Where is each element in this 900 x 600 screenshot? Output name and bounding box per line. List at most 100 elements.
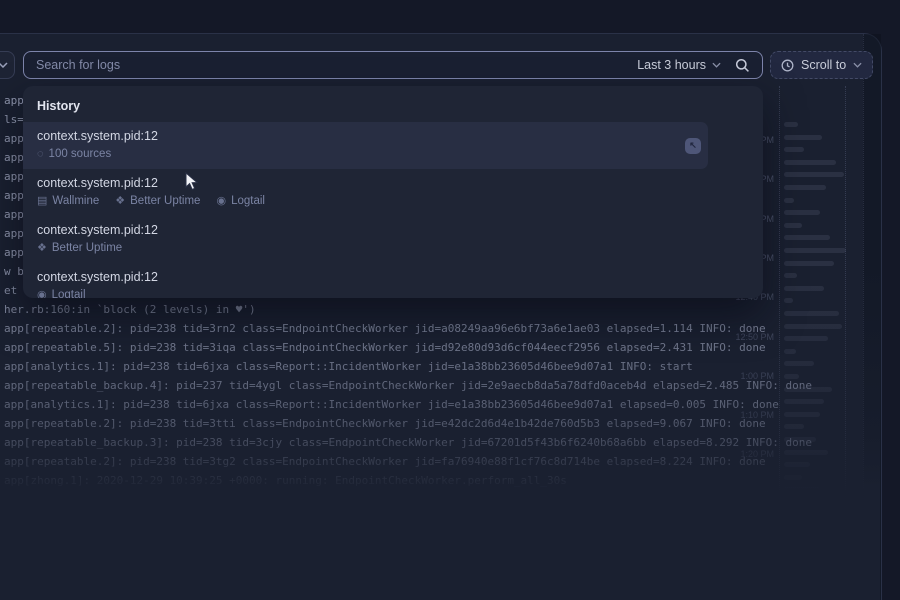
log-line[interactable]: app[zhong.1]: 2020-12-29 10:39:25 +0000:… [4,471,764,490]
source-chip: ◉Logtail [216,195,265,207]
log-line[interactable]: app[repeatable_backup.4]: pid=237 tid=4y… [4,376,764,395]
mouse-cursor [185,172,199,191]
minimap-bar [784,261,834,266]
scroll-to-button[interactable]: Scroll to [770,51,873,79]
minimap-bar [784,387,832,392]
history-item[interactable]: context.system.pid:12 ▤ Wallmine ❖Better Up… [23,169,763,216]
minimap-bar [784,500,812,505]
time-label: 1:00 PM [740,371,774,381]
log-line[interactable]: app[analytics.1]: pid=238 tid=6jxa class… [4,357,764,376]
log-line[interactable]: app[repeatable.2]: pid=238 tid=3tru clas… [4,490,764,509]
chevron-down-icon [712,62,721,68]
time-label: 12:50 PM [735,332,774,342]
log-line[interactable]: app[repeatable_backup.3]: pid=238 tid=3b… [4,509,764,528]
chevron-down-icon [0,62,8,68]
minimap-bar [784,437,816,442]
minimap-bar [784,135,822,140]
minimap-bar [784,273,797,278]
log-line[interactable]: her.rb:160:in `block (2 levels) in ♥') [4,300,764,319]
source-label: Wallmine [52,195,99,207]
minimap-bar [784,361,814,366]
source-chip: ◉Logtail [37,289,86,298]
history-item-list: context.system.pid:12◌100 sources↖contex… [23,122,763,298]
column-separator [845,86,846,594]
wallmine-icon: ▤ [37,196,47,207]
minimap-bar [784,198,794,203]
time-label: 1:10 PM [740,410,774,420]
column-separator [779,86,780,594]
minimap-bar [784,399,824,404]
log-line[interactable]: app[repeatable.2]: pid=238 tid=3tg2 clas… [4,452,764,471]
time-range-value: Last 3 hours [637,58,706,72]
history-title: History [37,99,763,113]
minimap-bar [784,223,802,228]
time-label: 1:20 PM [740,449,774,459]
sources-count-icon: ◌ [37,149,44,160]
log-line[interactable]: app[repeatable.5]: pid=238 tid=3iqa clas… [4,338,764,357]
search-bar[interactable]: Search for logs Last 3 hours [23,51,763,79]
minimap-bar [784,122,798,127]
history-item[interactable]: context.system.pid:12 ❖ Better Uptime [23,216,763,263]
toolbar: Search for logs Last 3 hours [0,51,881,79]
insert-query-button[interactable]: ↖ [685,138,701,154]
source-chip: ◌ 100 sources [37,148,111,160]
minimap-bar [784,475,802,480]
log-line[interactable]: app[repeatable.2]: pid=238 tid=3tti clas… [4,414,764,433]
history-sources: ◉Logtail [37,289,749,298]
minimap-bar [784,311,839,316]
history-sources: ▤ Wallmine ❖Better Uptime ◉Logtail [37,195,749,207]
minimap-bar [784,538,810,543]
minimap-bar [784,286,824,291]
clock-icon [781,59,794,72]
scroll-to-label: Scroll to [801,58,846,72]
minimap-bar [784,147,804,152]
minimap-bar [784,349,796,354]
scrollbar-track[interactable] [863,34,881,600]
time-label: 1:40 PM [740,528,774,538]
history-item[interactable]: context.system.pid:12◉Logtail [23,263,763,298]
source-chip: ▤ Wallmine [37,195,99,207]
log-line[interactable]: app[analytics.1]: pid=238 tid=6jxa class… [4,395,764,414]
minimap-bar [784,235,830,240]
collapse-search-button[interactable] [0,51,15,79]
log-viewer-screen: app[rls=rapp[app[app[app[app[app[app[w b… [0,0,900,600]
log-line[interactable]: app[repeatable.2]: pid=238 tid=3rn2 clas… [4,319,764,338]
search-button[interactable] [731,56,754,75]
minimap-bar [784,324,842,329]
history-item[interactable]: context.system.pid:12 ◌ 100 sources ↖ [23,122,708,169]
log-line[interactable]: app[repeatable_backup.3]: pid=238 tid=3c… [4,433,764,452]
better-uptime-icon: ❖ [37,243,47,254]
minimap-bar [784,450,828,455]
source-chip: ❖Better Uptime [115,195,200,207]
minimap-bar [784,374,799,379]
minimap-bar [784,424,804,429]
log-viewer-card: app[rls=rapp[app[app[app[app[app[app[w b… [0,33,882,600]
history-query: context.system.pid:12 [37,129,694,143]
logtail-icon: ◉ [216,196,226,207]
search-icon [735,58,750,73]
time-range-selector[interactable]: Last 3 hours [627,58,731,72]
minimap-bar [784,210,820,215]
minimap-bar [784,172,844,177]
minimap-bar [784,462,810,467]
minimap-bar [784,298,793,303]
minimap-bar [784,248,846,253]
source-label: Better Uptime [52,242,122,254]
history-sources: ◌ 100 sources [37,148,694,160]
minimap-bar [784,336,828,341]
search-input[interactable]: Search for logs [36,58,120,72]
source-label: 100 sources [49,148,112,160]
minimap-bar [784,185,826,190]
chevron-down-icon [853,62,862,68]
history-query: context.system.pid:12 [37,223,749,237]
time-label: 1:30 PM [740,489,774,499]
minimap-bar [784,160,836,165]
minimap-bar [784,513,806,518]
history-dropdown: History context.system.pid:12 ◌ 100 source… [23,86,763,298]
source-label: Better Uptime [130,195,200,207]
history-query: context.system.pid:12 [37,176,749,190]
logtail-icon: ◉ [37,290,47,299]
history-sources: ❖ Better Uptime [37,242,749,254]
minimap-bar [784,412,820,417]
insert-arrow-icon: ↖ [689,141,697,150]
